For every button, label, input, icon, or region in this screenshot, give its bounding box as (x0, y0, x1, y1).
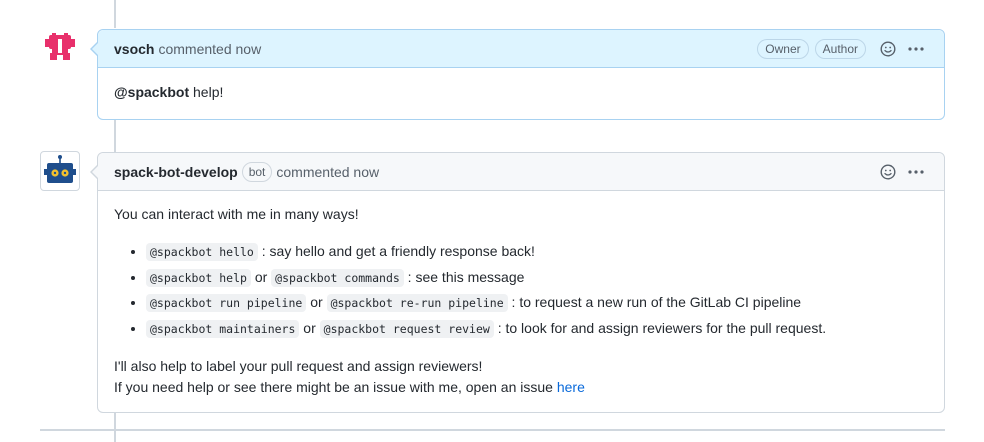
comment-header: vsoch commented now Owner Author (90, 30, 944, 68)
command-code-alt: @spackbot re-run pipeline (326, 294, 508, 312)
command-code: @spackbot help (146, 268, 251, 287)
author-badge: Author (814, 38, 866, 59)
command-code: @spackbot run pipeline (146, 294, 307, 312)
comment-body: You can interact with me in many ways! @… (98, 191, 944, 414)
comment-vsoch: vsoch commented now Owner Author @spackb… (90, 29, 945, 120)
identicon-avatar (40, 27, 80, 67)
command-code: @spackbot hello (146, 243, 258, 261)
vsoch-avatar[interactable] (40, 27, 80, 67)
command-list: @spackbot hello : say hello and get a fr… (114, 241, 928, 340)
command-code-alt: @spackbot commands (271, 268, 404, 287)
item-description: : to request a new run of the GitLab CI … (507, 294, 802, 310)
command-code: @spackbot maintainers (146, 319, 300, 338)
add-reaction-button[interactable] (876, 160, 900, 184)
owner-badge: Owner (757, 38, 809, 59)
comment-body: @spackbot help! (98, 68, 944, 119)
timeline-line-top (114, 0, 116, 28)
intro-text: You can interact with me in many ways! (114, 206, 359, 222)
comment-author[interactable]: spack-bot-develop (114, 164, 238, 180)
item-description: : see this message (403, 268, 525, 285)
comment-text-rest: help! (189, 84, 224, 100)
comment-spack-bot: spack-bot-develop bot commented now You … (90, 152, 945, 414)
item-separator: or (299, 319, 320, 336)
item-separator: or (306, 294, 327, 310)
item-description: : say hello and get a friendly response … (257, 243, 535, 259)
item-description: : to look for and assign reviewers for t… (493, 319, 827, 336)
outro-text: I'll also help to label your pull reques… (114, 356, 928, 398)
list-item: @spackbot hello : say hello and get a fr… (146, 241, 928, 264)
add-reaction-button[interactable] (876, 37, 900, 61)
comment-header: spack-bot-develop bot commented now (90, 153, 944, 191)
comment-action[interactable]: commented now (276, 164, 379, 180)
comment-author[interactable]: vsoch (114, 41, 154, 57)
item-separator: or (250, 268, 272, 285)
smiley-icon (880, 163, 896, 180)
kebab-menu-icon (908, 46, 924, 51)
comment-options-button[interactable] (904, 160, 928, 184)
mention-link[interactable]: @spackbot (114, 84, 189, 100)
list-item: @spackbot help or @spackbot commands : s… (146, 267, 928, 290)
issue-link[interactable]: here (557, 379, 585, 395)
robot-avatar (44, 155, 76, 183)
timeline-line-bottom (114, 413, 116, 442)
list-item: @spackbot maintainers or @spackbot reque… (146, 318, 928, 341)
comment-action[interactable]: commented now (158, 41, 261, 57)
comment-options-button[interactable] (904, 37, 928, 61)
outro-line-2: If you need help or see there might be a… (114, 379, 557, 395)
command-code-alt: @spackbot request review (319, 319, 494, 338)
comment-header-actions: Owner Author (751, 37, 928, 61)
timeline-line-middle (114, 120, 116, 152)
list-item: @spackbot run pipeline or @spackbot re-r… (146, 292, 928, 315)
comment-text: @spackbot help! (114, 82, 928, 103)
comment-header-actions (872, 160, 928, 184)
outro-line-1: I'll also help to label your pull reques… (114, 358, 483, 374)
timeline-divider (40, 429, 945, 431)
spack-bot-avatar[interactable] (40, 151, 80, 191)
kebab-menu-icon (908, 169, 924, 174)
bot-badge: bot (241, 161, 273, 182)
smiley-icon (880, 40, 896, 57)
